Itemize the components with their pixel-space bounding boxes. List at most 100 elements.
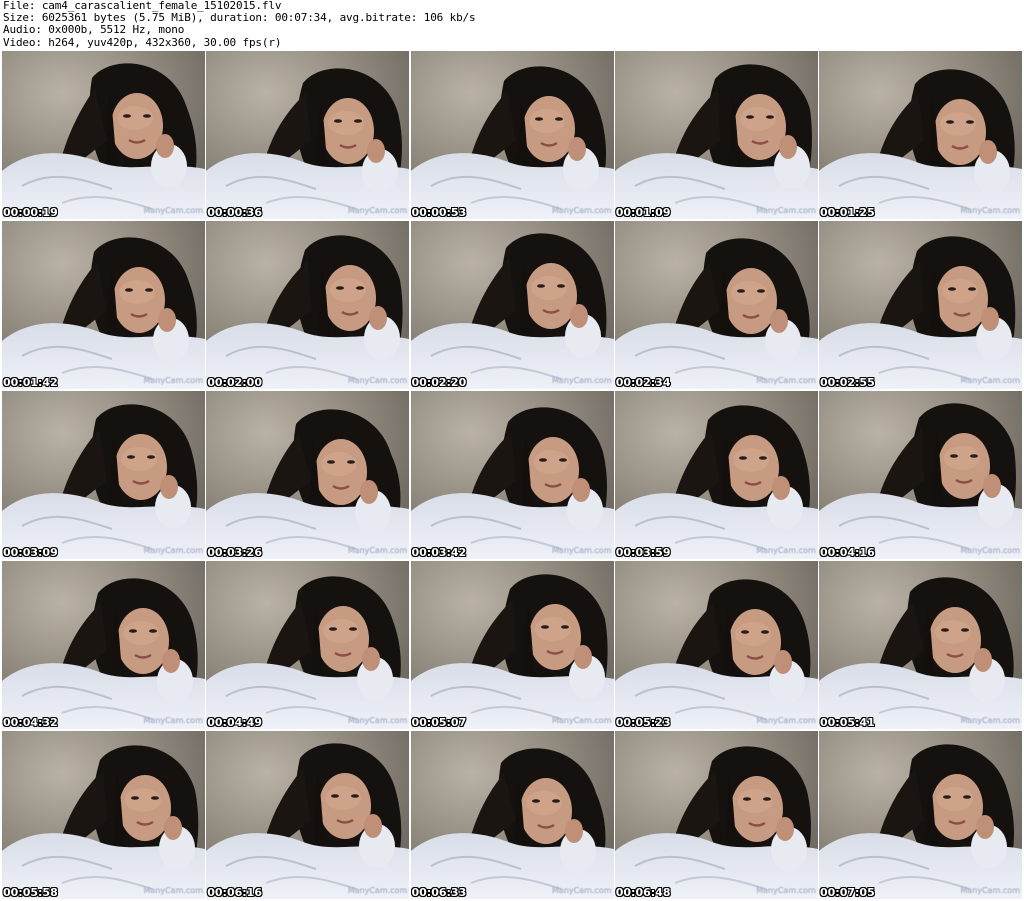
video-thumbnail: ManyCam.com 00:07:05 xyxy=(819,731,1022,899)
thumbnail-timestamp: 00:05:58 xyxy=(3,886,58,899)
thumbnail-timestamp: 00:03:42 xyxy=(411,546,467,559)
thumbnail-timestamp: 00:03:59 xyxy=(615,546,671,559)
video-thumbnail: ManyCam.com 00:03:42 xyxy=(410,391,614,559)
file-info-header: File: cam4_carascalient_female_15102015.… xyxy=(3,0,1021,50)
video-frame-image xyxy=(206,51,410,219)
manycam-watermark: ManyCam.com xyxy=(551,206,612,215)
video-frame-image xyxy=(819,51,1022,219)
video-thumbnail: ManyCam.com 00:05:07 xyxy=(410,561,614,729)
thumbnail-timestamp: 00:05:23 xyxy=(615,716,671,729)
video-frame-image xyxy=(2,731,205,899)
video-thumbnail: ManyCam.com 00:01:42 xyxy=(2,221,205,389)
video-frame-image xyxy=(410,51,614,219)
file-name-line: File: cam4_carascalient_female_15102015.… xyxy=(3,0,282,12)
manycam-watermark: ManyCam.com xyxy=(960,206,1020,215)
video-frame-image xyxy=(2,561,205,729)
manycam-watermark: ManyCam.com xyxy=(551,546,612,555)
manycam-watermark: ManyCam.com xyxy=(143,716,203,725)
video-frame-image xyxy=(206,731,410,899)
video-thumbnail: ManyCam.com 00:02:00 xyxy=(206,221,410,389)
video-frame-image xyxy=(410,731,614,899)
manycam-watermark: ManyCam.com xyxy=(756,546,816,555)
video-frame-image xyxy=(410,391,614,559)
thumbnail-timestamp: 00:02:55 xyxy=(820,376,875,389)
video-info-line: Video: h264, yuv420p, 432x360, 30.00 fps… xyxy=(3,36,282,49)
manycam-watermark: ManyCam.com xyxy=(143,886,203,895)
video-frame-image xyxy=(2,51,205,219)
thumbnail-timestamp: 00:03:26 xyxy=(207,546,262,559)
video-thumbnail: ManyCam.com 00:06:16 xyxy=(206,731,410,899)
thumbnail-timestamp: 00:00:36 xyxy=(207,206,262,219)
manycam-watermark: ManyCam.com xyxy=(960,886,1020,895)
video-frame-image xyxy=(614,51,818,219)
video-frame-image xyxy=(2,391,205,559)
thumbnail-timestamp: 00:01:09 xyxy=(615,206,671,219)
video-thumbnail: ManyCam.com 00:05:23 xyxy=(614,561,818,729)
video-frame-image xyxy=(819,731,1022,899)
video-thumbnail: ManyCam.com 00:04:49 xyxy=(206,561,410,729)
thumbnail-timestamp: 00:07:05 xyxy=(820,886,875,899)
video-frame-image xyxy=(410,561,614,729)
video-thumbnail: ManyCam.com 00:00:53 xyxy=(410,51,614,219)
thumbnail-timestamp: 00:05:07 xyxy=(411,716,467,729)
video-thumbnail: ManyCam.com 00:03:09 xyxy=(2,391,205,559)
manycam-watermark: ManyCam.com xyxy=(347,546,408,555)
manycam-watermark: ManyCam.com xyxy=(756,716,816,725)
video-thumbnail: ManyCam.com 00:03:26 xyxy=(206,391,410,559)
thumbnail-timestamp: 00:06:33 xyxy=(411,886,467,899)
video-thumbnail: ManyCam.com 00:00:19 xyxy=(2,51,205,219)
thumbnail-timestamp: 00:02:34 xyxy=(615,376,671,389)
video-thumbnail: ManyCam.com 00:00:36 xyxy=(206,51,410,219)
video-thumbnail: ManyCam.com 00:01:09 xyxy=(614,51,818,219)
manycam-watermark: ManyCam.com xyxy=(551,886,612,895)
manycam-watermark: ManyCam.com xyxy=(347,886,408,895)
thumbnail-timestamp: 00:02:20 xyxy=(411,376,467,389)
thumbnail-timestamp: 00:04:32 xyxy=(3,716,58,729)
video-thumbnail: ManyCam.com 00:05:41 xyxy=(819,561,1022,729)
thumbnail-timestamp: 00:00:19 xyxy=(3,206,58,219)
video-frame-image xyxy=(2,221,205,389)
file-size-line: Size: 6025361 bytes (5.75 MiB), duration… xyxy=(3,12,476,25)
video-thumbnail: ManyCam.com 00:05:58 xyxy=(2,731,205,899)
video-frame-image xyxy=(614,561,818,729)
manycam-watermark: ManyCam.com xyxy=(143,376,203,385)
thumbnail-timestamp: 00:00:53 xyxy=(411,206,467,219)
video-thumbnail: ManyCam.com 00:04:16 xyxy=(819,391,1022,559)
video-frame-image xyxy=(819,391,1022,559)
manycam-watermark: ManyCam.com xyxy=(347,716,408,725)
manycam-watermark: ManyCam.com xyxy=(551,376,612,385)
video-frame-image xyxy=(206,221,410,389)
thumbnail-timestamp: 00:06:48 xyxy=(615,886,671,899)
thumbnail-timestamp: 00:05:41 xyxy=(820,716,875,729)
video-frame-image xyxy=(614,221,818,389)
thumbnail-timestamp: 00:01:25 xyxy=(820,206,875,219)
thumbnail-timestamp: 00:04:49 xyxy=(207,716,262,729)
video-thumbnail: ManyCam.com 00:02:34 xyxy=(614,221,818,389)
manycam-watermark: ManyCam.com xyxy=(960,546,1020,555)
thumbnail-timestamp: 00:01:42 xyxy=(3,376,58,389)
thumbnail-timestamp: 00:04:16 xyxy=(820,546,875,559)
manycam-watermark: ManyCam.com xyxy=(347,376,408,385)
video-frame-image xyxy=(819,561,1022,729)
video-thumbnail: ManyCam.com 00:04:32 xyxy=(2,561,205,729)
manycam-watermark: ManyCam.com xyxy=(551,716,612,725)
manycam-watermark: ManyCam.com xyxy=(756,376,816,385)
manycam-watermark: ManyCam.com xyxy=(960,716,1020,725)
video-thumbnail: ManyCam.com 00:06:33 xyxy=(410,731,614,899)
video-thumbnail: ManyCam.com 00:02:20 xyxy=(410,221,614,389)
manycam-watermark: ManyCam.com xyxy=(756,886,816,895)
video-frame-image xyxy=(206,391,410,559)
manycam-watermark: ManyCam.com xyxy=(143,546,203,555)
thumbnail-grid: ManyCam.com 00:00:19 ManyCam.com 00:00:36 Ma… xyxy=(2,51,1022,901)
audio-info-line: Audio: 0x000b, 5512 Hz, mono xyxy=(3,24,185,37)
video-frame-image xyxy=(614,731,818,899)
video-frame-image xyxy=(410,221,614,389)
thumbnail-timestamp: 00:06:16 xyxy=(207,886,262,899)
video-thumbnail: ManyCam.com 00:06:48 xyxy=(614,731,818,899)
video-thumbnail: ManyCam.com 00:02:55 xyxy=(819,221,1022,389)
manycam-watermark: ManyCam.com xyxy=(347,206,408,215)
thumbnail-timestamp: 00:02:00 xyxy=(207,376,262,389)
video-frame-image xyxy=(819,221,1022,389)
video-thumbnail: ManyCam.com 00:03:59 xyxy=(614,391,818,559)
thumbnail-timestamp: 00:03:09 xyxy=(3,546,58,559)
